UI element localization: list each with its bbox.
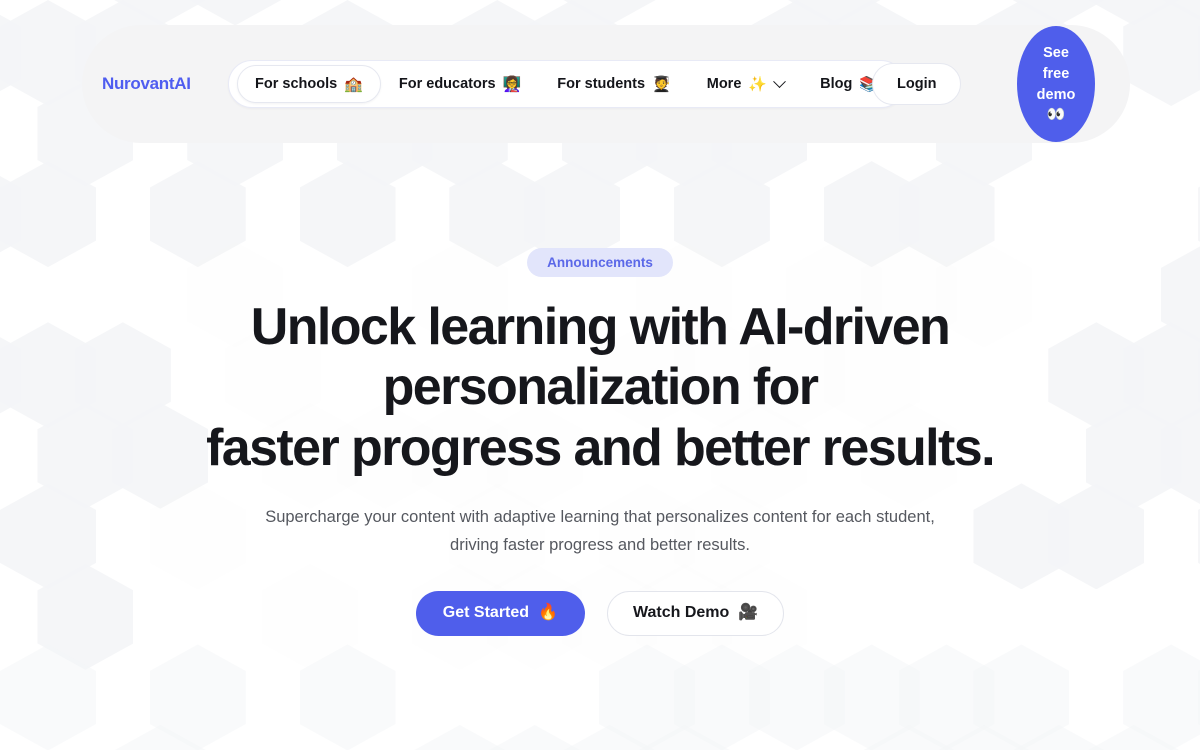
hexagon-shape — [74, 322, 171, 429]
hexagon-shape — [411, 725, 508, 750]
hexagon-shape — [673, 644, 770, 750]
hexagon-shape — [823, 161, 920, 268]
hexagon-shape — [149, 161, 246, 268]
teacher-icon: 👩‍🏫 — [502, 75, 522, 93]
page-title: Unlock learning with AI-driven personali… — [200, 297, 1000, 478]
movie-camera-icon: 🎥 — [738, 604, 759, 622]
hexagon-shape — [0, 644, 96, 750]
hexagon-shape — [861, 725, 958, 750]
fire-icon: 🔥 — [538, 604, 558, 622]
demo-line-3: demo — [1036, 86, 1076, 103]
see-free-demo-button[interactable]: See free demo 👀 — [1017, 26, 1095, 142]
hexagon-shape — [561, 725, 658, 750]
hexagon-shape — [973, 483, 1070, 590]
hexagon-shape — [936, 725, 1032, 750]
headline-line-2: personalization for — [382, 358, 819, 417]
school-icon: 🏫 — [344, 75, 363, 93]
nav-item-for-educators[interactable]: For educators 👩‍🏫 — [381, 65, 539, 103]
hexagon-shape — [262, 563, 359, 670]
demo-line-1: See — [1043, 45, 1069, 62]
nav-label: For educators — [398, 76, 496, 92]
hexagon-shape — [1123, 322, 1200, 429]
nav-label: Blog — [820, 76, 853, 92]
hexagon-shape — [299, 644, 396, 750]
hexagon-shape — [1160, 402, 1200, 509]
site-header: NurovantAI For schools 🏫 For educators 👩… — [82, 25, 1130, 143]
chevron-down-icon — [773, 74, 786, 88]
watch-demo-button[interactable]: Watch Demo 🎥 — [606, 590, 785, 636]
hexagon-shape — [1085, 402, 1182, 509]
hexagon-shape — [1085, 0, 1182, 26]
hero-subtitle: Supercharge your content with adaptive l… — [250, 503, 950, 560]
hexagon-shape — [112, 0, 209, 26]
headline-line-3: faster progress and better results. — [206, 418, 995, 477]
demo-line-2: free — [1042, 65, 1070, 82]
hexagon-shape — [898, 161, 995, 268]
hexagon-shape — [486, 725, 583, 750]
hexagon-shape — [636, 725, 733, 750]
nav-item-for-schools[interactable]: For schools 🏫 — [237, 65, 381, 103]
get-started-button[interactable]: Get Started 🔥 — [415, 590, 585, 636]
primary-navigation: For schools 🏫 For educators 👩‍🏫 For stud… — [228, 60, 905, 108]
graduate-icon: 🧑‍🎓 — [652, 75, 671, 93]
hexagon-shape — [561, 0, 658, 26]
nav-label: For students — [557, 76, 646, 92]
hexagon-shape — [973, 644, 1070, 750]
sparkles-icon: ✨ — [748, 75, 768, 93]
hexagon-shape — [823, 644, 920, 750]
brand-logo[interactable]: NurovantAI — [102, 74, 191, 94]
hexagon-shape — [599, 644, 696, 750]
login-button[interactable]: Login — [872, 63, 962, 105]
hexagon-shape — [0, 161, 22, 268]
eyes-icon: 👀 — [1046, 106, 1066, 124]
watch-demo-label: Watch Demo — [632, 604, 730, 622]
hexagon-shape — [1160, 241, 1200, 348]
nav-label: For schools — [255, 76, 338, 92]
hexagon-shape — [1085, 725, 1182, 750]
announcements-badge[interactable]: Announcements — [527, 248, 673, 277]
hexagon-shape — [0, 322, 96, 429]
hexagon-shape — [1160, 0, 1200, 26]
hexagon-shape — [673, 161, 770, 268]
get-started-label: Get Started — [442, 604, 530, 622]
headline-line-1: Unlock learning with AI-driven — [250, 298, 951, 356]
hexagon-shape — [1010, 0, 1107, 26]
hexagon-shape — [0, 0, 22, 106]
subtitle-line-1: Supercharge your content with adaptive l… — [265, 507, 872, 526]
hexagon-shape — [1123, 644, 1200, 750]
hexagon-shape — [112, 725, 209, 750]
hexagon-shape — [1123, 0, 1200, 106]
hexagon-shape — [1048, 483, 1145, 590]
hexagon-shape — [0, 483, 96, 590]
nav-item-more[interactable]: More ✨ — [689, 65, 802, 103]
hexagon-shape — [112, 402, 209, 509]
hexagon-shape — [748, 644, 845, 750]
hexagon-shape — [299, 161, 396, 268]
hexagon-shape — [149, 483, 246, 590]
hexagon-shape — [0, 161, 96, 268]
hexagon-shape — [1048, 322, 1145, 429]
hexagon-shape — [0, 322, 22, 429]
hexagon-shape — [898, 644, 995, 750]
nav-label: More — [706, 76, 742, 92]
hexagon-shape — [37, 402, 134, 509]
hexagon-shape — [149, 644, 246, 750]
cta-row: Get Started 🔥 Watch Demo 🎥 — [415, 590, 785, 636]
nav-item-for-students[interactable]: For students 🧑‍🎓 — [539, 65, 689, 103]
hexagon-shape — [1010, 725, 1107, 750]
hexagon-shape — [187, 0, 284, 26]
hexagon-shape — [37, 563, 134, 670]
hexagon-shape — [786, 0, 883, 26]
